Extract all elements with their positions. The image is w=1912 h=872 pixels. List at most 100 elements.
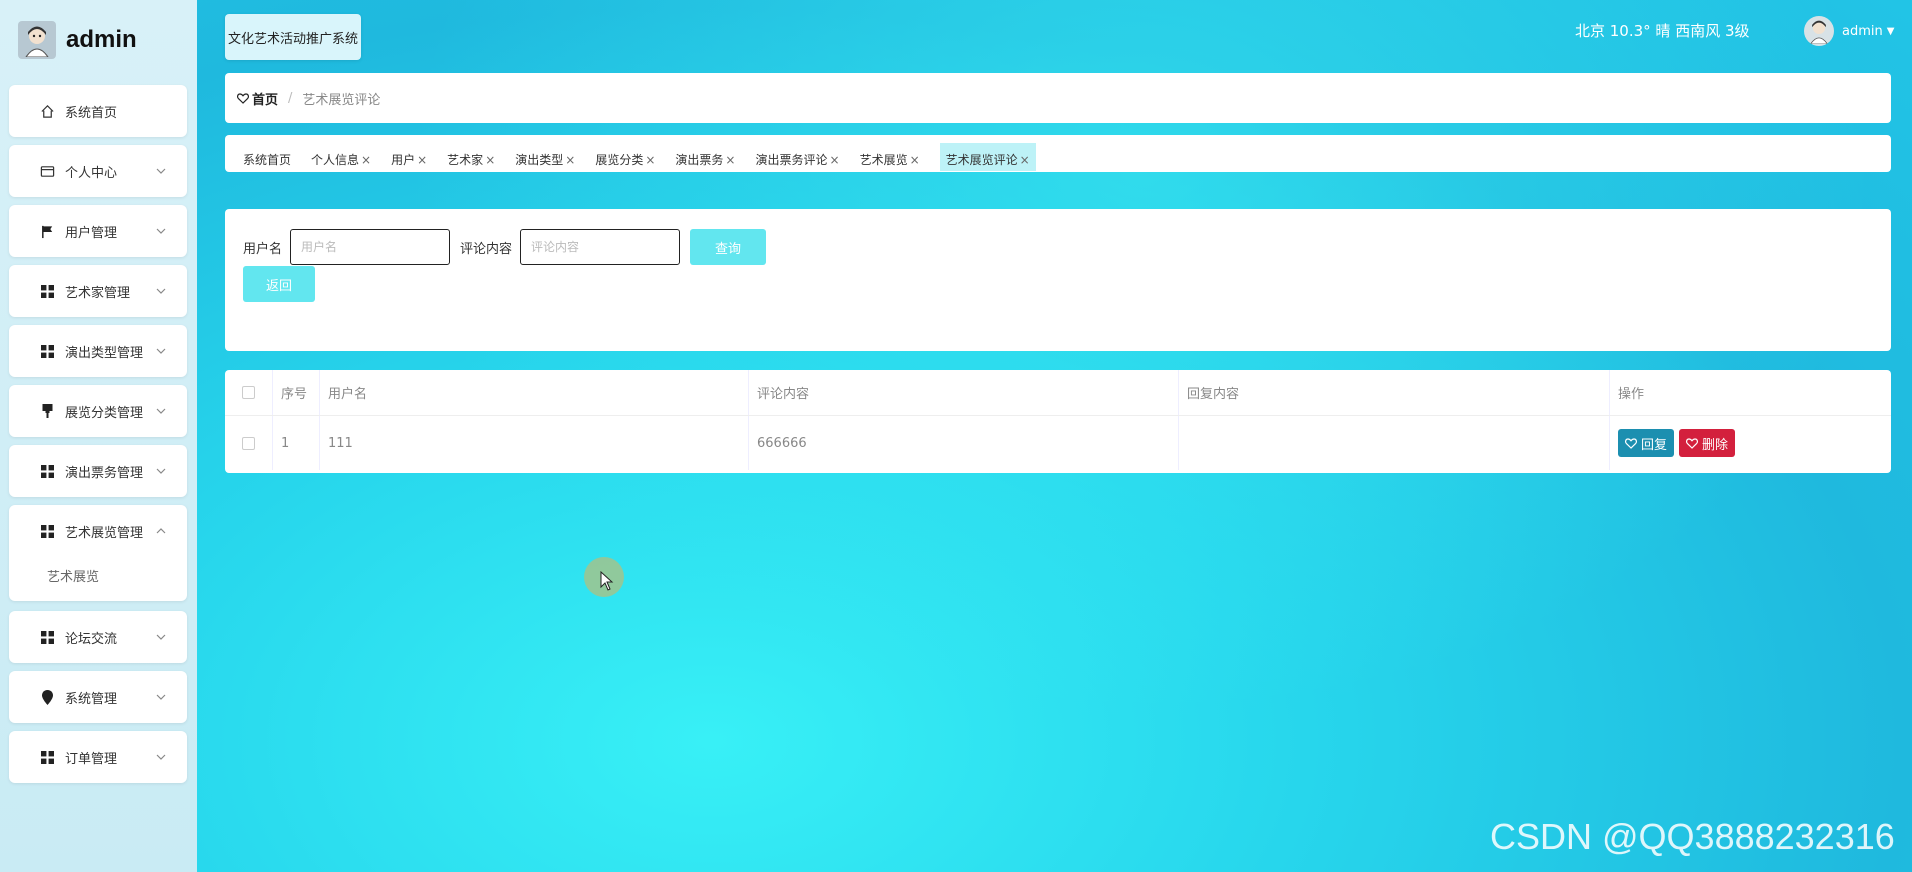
tag-label: 艺术展览: [859, 153, 908, 167]
heart-icon: [1686, 437, 1699, 449]
sidebar-item-exhibitions[interactable]: 艺术展览管理: [9, 505, 187, 557]
sidebar-subitem-exhibitions[interactable]: 艺术展览: [9, 557, 187, 593]
sidebar-item-label: 艺术展览管理: [65, 525, 144, 541]
tag-tickets[interactable]: 演出票务 ×: [675, 151, 735, 171]
sidebar-item-label: 系统首页: [65, 105, 118, 121]
grid-icon: [39, 343, 55, 359]
tag-exhibition-categories[interactable]: 展览分类 ×: [595, 151, 655, 171]
tag-label: 演出票务: [675, 153, 724, 167]
reply-button[interactable]: 回复: [1618, 429, 1675, 457]
admin-avatar: [18, 21, 56, 59]
cell-index: 1: [273, 416, 320, 470]
column-header: 评论内容: [749, 370, 1179, 415]
tag-label: 个人信息: [311, 153, 360, 167]
sidebar-item-label: 演出类型管理: [65, 345, 144, 361]
cell-reply: [1179, 416, 1610, 470]
weather-info: 北京 10.3° 晴 西南风 3级: [1575, 22, 1750, 40]
tag-artists[interactable]: 艺术家 ×: [447, 151, 495, 171]
sidebar-item-label: 展览分类管理: [65, 405, 144, 421]
close-icon[interactable]: ×: [565, 153, 575, 167]
chevron-down-icon: [156, 634, 166, 640]
username-search-input[interactable]: [290, 229, 451, 265]
grid-icon: [39, 463, 55, 479]
row-checkbox[interactable]: [242, 436, 255, 450]
sidebar-item-label: 论坛交流: [65, 631, 118, 647]
mouse-cursor-icon: [600, 571, 614, 591]
column-header: 回复内容: [1179, 370, 1610, 415]
sidebar-item-tickets[interactable]: 演出票务管理: [9, 445, 187, 497]
sidebar-item-artists[interactable]: 艺术家管理: [9, 265, 187, 317]
flag-icon: [39, 223, 55, 239]
sidebar-item-forum[interactable]: 论坛交流: [9, 611, 187, 663]
sidebar-item-label: 订单管理: [65, 751, 118, 767]
caret-down-icon: ▼: [1886, 25, 1895, 37]
tags-view: 系统首页 个人信息 × 用户 × 艺术家 × 演出类型 × 展览分类 × 演出票务 × 演出…: [225, 135, 1891, 172]
cell-username: 111: [320, 416, 749, 470]
comment-search-input[interactable]: [520, 229, 681, 265]
comment-label: 评论内容: [460, 241, 513, 257]
table-row: 1 111 666666 回复 删除: [225, 416, 1891, 470]
sidebar-item-home[interactable]: 系统首页: [9, 85, 187, 137]
close-icon[interactable]: ×: [1020, 153, 1030, 167]
breadcrumb-home[interactable]: 首页: [237, 89, 278, 108]
sidebar-item-label: 用户管理: [65, 225, 118, 241]
tag-home[interactable]: 系统首页: [243, 151, 291, 171]
tag-profile[interactable]: 个人信息 ×: [311, 151, 371, 171]
sidebar-item-label: 系统管理: [65, 691, 118, 707]
tag-exhibitions[interactable]: 艺术展览 ×: [860, 151, 920, 171]
chevron-down-icon: [156, 288, 166, 294]
tag-label: 演出类型: [515, 153, 564, 167]
close-icon[interactable]: ×: [417, 153, 427, 167]
sidebar-item-system[interactable]: 系统管理: [9, 671, 187, 723]
sidebar-item-performance-types[interactable]: 演出类型管理: [9, 325, 187, 377]
close-icon[interactable]: ×: [361, 153, 371, 167]
location-icon: [39, 689, 55, 705]
column-header: 序号: [273, 370, 320, 415]
main-content: 文化艺术活动推广系统 北京 10.3° 晴 西南风 3级 admin ▼ 首页 …: [197, 0, 1912, 872]
brand-name: admin: [66, 26, 137, 53]
sidebar: admin 系统首页 个人中心 用户管理 艺术家管理 演出类型管理 展览分类管理…: [0, 0, 197, 872]
user-menu[interactable]: admin ▼: [1804, 16, 1894, 46]
tag-performance-types[interactable]: 演出类型 ×: [515, 151, 575, 171]
search-panel: 用户名 评论内容 查询 返回: [225, 209, 1891, 351]
tag-label: 演出票务评论: [755, 153, 828, 167]
sidebar-item-label: 演出票务管理: [65, 465, 144, 481]
home-icon: [39, 103, 55, 119]
close-icon[interactable]: ×: [830, 153, 840, 167]
watermark: CSDN @QQ3888232316: [1490, 816, 1895, 857]
comments-table: 序号 用户名 评论内容 回复内容 操作 1 111 666666 回复 删除: [225, 370, 1891, 473]
delete-button-label: 删除: [1702, 437, 1729, 453]
heart-icon: [237, 92, 249, 104]
reply-button-label: 回复: [1641, 437, 1668, 453]
close-icon[interactable]: ×: [910, 153, 920, 167]
close-icon[interactable]: ×: [725, 153, 735, 167]
chevron-up-icon: [156, 528, 166, 534]
sidebar-item-exhibition-categories[interactable]: 展览分类管理: [9, 385, 187, 437]
grid-icon: [39, 283, 55, 299]
chevron-down-icon: [156, 228, 166, 234]
select-all-checkbox[interactable]: [242, 386, 255, 399]
system-title[interactable]: 文化艺术活动推广系统: [225, 14, 361, 60]
tag-ticket-comments[interactable]: 演出票务评论 ×: [755, 151, 839, 171]
tag-exhibition-comments[interactable]: 艺术展览评论 ×: [939, 143, 1036, 171]
breadcrumb: 首页 / 艺术展览评论: [225, 73, 1891, 123]
breadcrumb-current: 艺术展览评论: [302, 92, 381, 108]
close-icon[interactable]: ×: [645, 153, 655, 167]
close-icon[interactable]: ×: [485, 153, 495, 167]
user-name: admin: [1842, 23, 1883, 39]
tag-users[interactable]: 用户 ×: [391, 151, 427, 171]
grid-icon: [39, 749, 55, 765]
cell-comment: 666666: [749, 416, 1179, 470]
chevron-down-icon: [156, 754, 166, 760]
query-button[interactable]: 查询: [690, 229, 767, 265]
sidebar-item-users[interactable]: 用户管理: [9, 205, 187, 257]
sidebar-item-orders[interactable]: 订单管理: [9, 731, 187, 783]
tag-label: 用户: [391, 153, 416, 167]
sidebar-item-profile[interactable]: 个人中心: [9, 145, 187, 197]
breadcrumb-separator: /: [288, 90, 293, 106]
table-header: 序号 用户名 评论内容 回复内容 操作: [225, 370, 1891, 416]
chevron-down-icon: [156, 408, 166, 414]
user-avatar: [1804, 16, 1834, 46]
delete-button[interactable]: 删除: [1679, 429, 1736, 457]
back-button[interactable]: 返回: [243, 266, 315, 302]
